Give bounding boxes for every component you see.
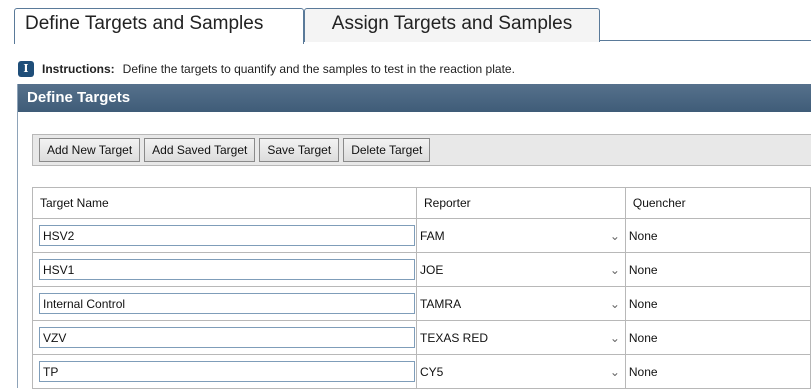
reporter-select[interactable]: CY5 ⌄ [417, 356, 625, 388]
quencher-value[interactable]: None [626, 322, 810, 354]
table-row: JOE ⌄ None [32, 252, 811, 287]
target-toolbar: Add New Target Add Saved Target Save Tar… [32, 134, 811, 166]
chevron-down-icon[interactable]: ⌄ [610, 297, 620, 311]
chevron-down-icon[interactable]: ⌄ [610, 263, 620, 277]
tab-define-targets-and-samples[interactable]: Define Targets and Samples [14, 8, 304, 44]
reporter-value: TAMRA [419, 296, 462, 311]
targets-table: Target Name Reporter Quencher FAM⌄ None … [32, 187, 811, 389]
instructions-bar: I Instructions: Define the targets to qu… [18, 60, 515, 78]
chevron-down-icon[interactable]: ⌄ [610, 365, 620, 379]
reporter-value: CY5 [419, 364, 444, 379]
quencher-value[interactable]: None [626, 356, 810, 388]
column-header-reporter[interactable]: Reporter [415, 187, 626, 219]
quencher-value[interactable]: None [626, 254, 810, 286]
tab-bar: Define Targets and Samples Assign Target… [0, 0, 811, 44]
instructions-label: Instructions: [42, 62, 115, 76]
column-header-quencher[interactable]: Quencher [624, 187, 811, 219]
reporter-select[interactable]: FAM ⌄ [417, 220, 625, 252]
target-name-input[interactable] [39, 361, 415, 382]
panel-title: Define Targets [18, 84, 811, 112]
reporter-value: JOE [419, 262, 444, 277]
target-name-input[interactable] [39, 293, 415, 314]
target-name-input[interactable] [39, 225, 415, 246]
table-row: FAM ⌄ None [32, 218, 811, 253]
delete-target-button[interactable]: Delete Target [343, 138, 431, 162]
instructions-text: Define the targets to quantify and the s… [122, 62, 515, 76]
quencher-value[interactable]: None [626, 220, 810, 252]
save-target-button[interactable]: Save Target [259, 138, 340, 162]
add-new-target-button[interactable]: Add New Target [39, 138, 141, 162]
table-row: CY5 ⌄ None [32, 354, 811, 389]
tab-assign-targets-and-samples[interactable]: Assign Targets and Samples [304, 8, 600, 42]
reporter-select[interactable]: JOE ⌄ [417, 254, 625, 286]
tab-divider [600, 40, 811, 41]
reporter-select[interactable]: TEXAS RED ⌄ [417, 322, 625, 354]
target-name-input[interactable] [39, 327, 415, 348]
reporter-value: FAM [419, 228, 445, 243]
quencher-value[interactable]: None [626, 288, 810, 320]
info-icon: I [18, 61, 34, 77]
table-header-row: Target Name Reporter Quencher [32, 187, 811, 219]
table-row: TAMRA ⌄ None [32, 286, 811, 321]
define-targets-panel: Define Targets Add New Target Add Saved … [17, 84, 811, 389]
column-header-target-name[interactable]: Target Name [32, 187, 417, 219]
chevron-down-icon[interactable]: ⌄ [610, 229, 620, 243]
reporter-select[interactable]: TAMRA ⌄ [417, 288, 625, 320]
reporter-value: TEXAS RED [419, 330, 488, 345]
chevron-down-icon[interactable]: ⌄ [610, 331, 620, 345]
table-row: TEXAS RED ⌄ None [32, 320, 811, 355]
add-saved-target-button[interactable]: Add Saved Target [144, 138, 256, 162]
target-name-input[interactable] [39, 259, 415, 280]
